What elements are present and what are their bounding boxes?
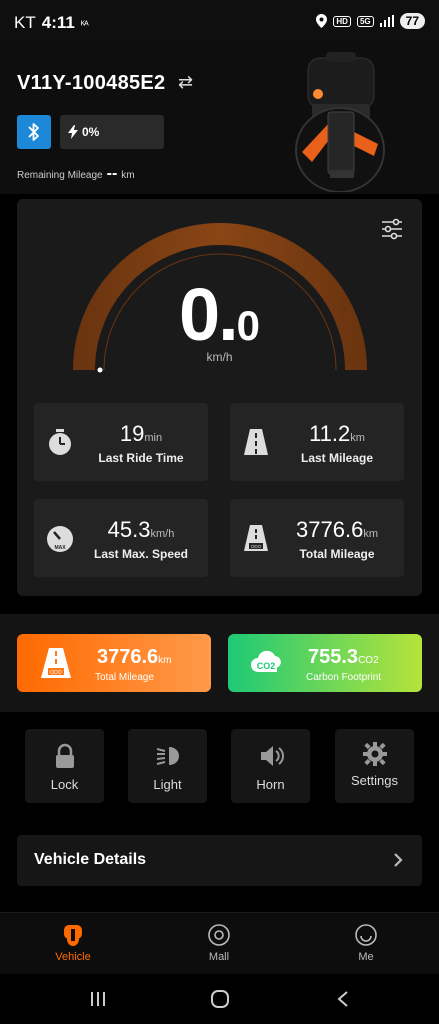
speed-readout: 0.0 bbox=[0, 272, 439, 357]
light-button[interactable]: Light bbox=[128, 729, 207, 803]
unicycle-image bbox=[295, 52, 385, 192]
svg-text:MAX: MAX bbox=[54, 545, 66, 551]
remaining-label: Remaining Mileage bbox=[17, 170, 103, 181]
remaining-mileage: Remaining Mileage -- km bbox=[17, 165, 135, 183]
lock-icon bbox=[55, 743, 74, 768]
lock-button[interactable]: Lock bbox=[25, 729, 104, 803]
stat-value: 19min bbox=[119, 421, 163, 446]
network-badge: 5G bbox=[356, 15, 374, 27]
speedometer-icon: MAX bbox=[47, 526, 73, 552]
home-icon[interactable] bbox=[210, 989, 230, 1009]
horn-button[interactable]: Horn bbox=[231, 729, 310, 803]
back-icon[interactable] bbox=[336, 990, 350, 1008]
carbon-footprint-card[interactable]: CO2 755.3CO2 Carbon Footprint bbox=[228, 634, 422, 692]
stat-label: Last Max. Speed bbox=[93, 547, 189, 561]
stat-last-max-speed[interactable]: MAX 45.3km/h Last Max. Speed bbox=[34, 499, 208, 577]
odometer-road-icon: ODO bbox=[41, 648, 71, 678]
gauge-needle-dot bbox=[97, 367, 103, 373]
recent-apps-icon[interactable] bbox=[90, 991, 106, 1007]
horn-icon bbox=[260, 746, 284, 766]
stat-value: 11.2km bbox=[309, 421, 365, 446]
status-bar-left: KT 4:11 ᴷᴬ bbox=[14, 13, 89, 33]
hd-badge: HD bbox=[333, 15, 351, 27]
stat-value: 45.3km/h bbox=[107, 517, 175, 542]
light-icon bbox=[156, 747, 179, 765]
signal-icon bbox=[379, 15, 394, 27]
vehicle-tab-icon bbox=[64, 925, 82, 946]
stat-last-mileage[interactable]: 11.2km Last Mileage bbox=[230, 403, 404, 481]
nav-mall[interactable]: Mall bbox=[164, 923, 274, 963]
stat-value: 3776.6km bbox=[296, 517, 378, 542]
horn-label: Horn bbox=[256, 777, 285, 792]
total-mileage-card[interactable]: ODO 3776.6km Total Mileage bbox=[17, 634, 211, 692]
light-label: Light bbox=[153, 777, 182, 792]
nav-vehicle[interactable]: Vehicle bbox=[18, 923, 128, 963]
lightning-icon bbox=[68, 125, 78, 139]
carrier-label: KT bbox=[14, 13, 36, 32]
vehicle-name[interactable]: V11Y-100485E2 bbox=[17, 72, 165, 95]
charge-percent: 0% bbox=[82, 125, 100, 139]
battery-indicator: 77 bbox=[399, 13, 425, 29]
location-icon bbox=[316, 14, 328, 28]
total-mileage-label: Total Mileage bbox=[95, 672, 154, 683]
bluetooth-icon bbox=[28, 123, 39, 141]
vehicle-details-label: Vehicle Details bbox=[34, 851, 147, 868]
clock: 4:11 bbox=[41, 13, 75, 32]
gear-icon bbox=[362, 742, 387, 766]
stat-total-mileage[interactable]: ODO 3776.6km Total Mileage bbox=[230, 499, 404, 577]
stat-last-ride-time[interactable]: 19min Last Ride Time bbox=[34, 403, 208, 481]
mall-icon bbox=[208, 924, 230, 946]
svg-text:CO2: CO2 bbox=[257, 661, 276, 671]
svg-text:ODO: ODO bbox=[251, 544, 262, 549]
stat-label: Last Mileage bbox=[300, 451, 374, 465]
speed-unit: km/h bbox=[206, 350, 233, 364]
carrier-extra: ᴷᴬ bbox=[80, 20, 89, 31]
co2-cloud-icon: CO2 bbox=[251, 650, 281, 672]
lock-label: Lock bbox=[50, 777, 79, 792]
system-nav-bar bbox=[0, 974, 439, 1024]
nav-vehicle-label: Vehicle bbox=[55, 951, 91, 963]
bottom-nav: Vehicle Mall Me bbox=[0, 912, 439, 974]
remaining-value: -- bbox=[106, 165, 118, 182]
switch-vehicle-icon[interactable]: ⇄ bbox=[178, 72, 193, 93]
carbon-footprint-value: 755.3CO2 bbox=[308, 646, 379, 668]
settings-label: Settings bbox=[351, 773, 398, 788]
battery-charge-box: 0% bbox=[60, 115, 164, 149]
odometer-road-icon: ODO bbox=[244, 525, 268, 551]
stopwatch-icon bbox=[49, 429, 71, 455]
status-bar-right: HD 5G 77 bbox=[316, 13, 425, 29]
nav-me-label: Me bbox=[358, 951, 374, 963]
smiley-icon bbox=[355, 924, 377, 946]
nav-me[interactable]: Me bbox=[311, 923, 421, 963]
total-mileage-value: 3776.6km bbox=[97, 646, 172, 668]
speed-decimal: 0 bbox=[236, 302, 261, 349]
road-icon bbox=[244, 429, 268, 455]
svg-text:ODO: ODO bbox=[50, 670, 62, 676]
stat-label: Last Ride Time bbox=[98, 451, 184, 465]
speed-integer: 0. bbox=[178, 273, 239, 356]
chevron-right-icon bbox=[394, 853, 403, 867]
settings-button[interactable]: Settings bbox=[335, 729, 414, 803]
remaining-unit: km bbox=[121, 170, 135, 181]
carbon-footprint-label: Carbon Footprint bbox=[306, 672, 382, 683]
nav-mall-label: Mall bbox=[208, 951, 230, 963]
bluetooth-button[interactable] bbox=[17, 115, 51, 149]
stat-label: Total Mileage bbox=[299, 547, 375, 561]
adjust-sliders-icon[interactable] bbox=[380, 218, 404, 240]
vehicle-details-row[interactable]: Vehicle Details bbox=[17, 835, 422, 886]
